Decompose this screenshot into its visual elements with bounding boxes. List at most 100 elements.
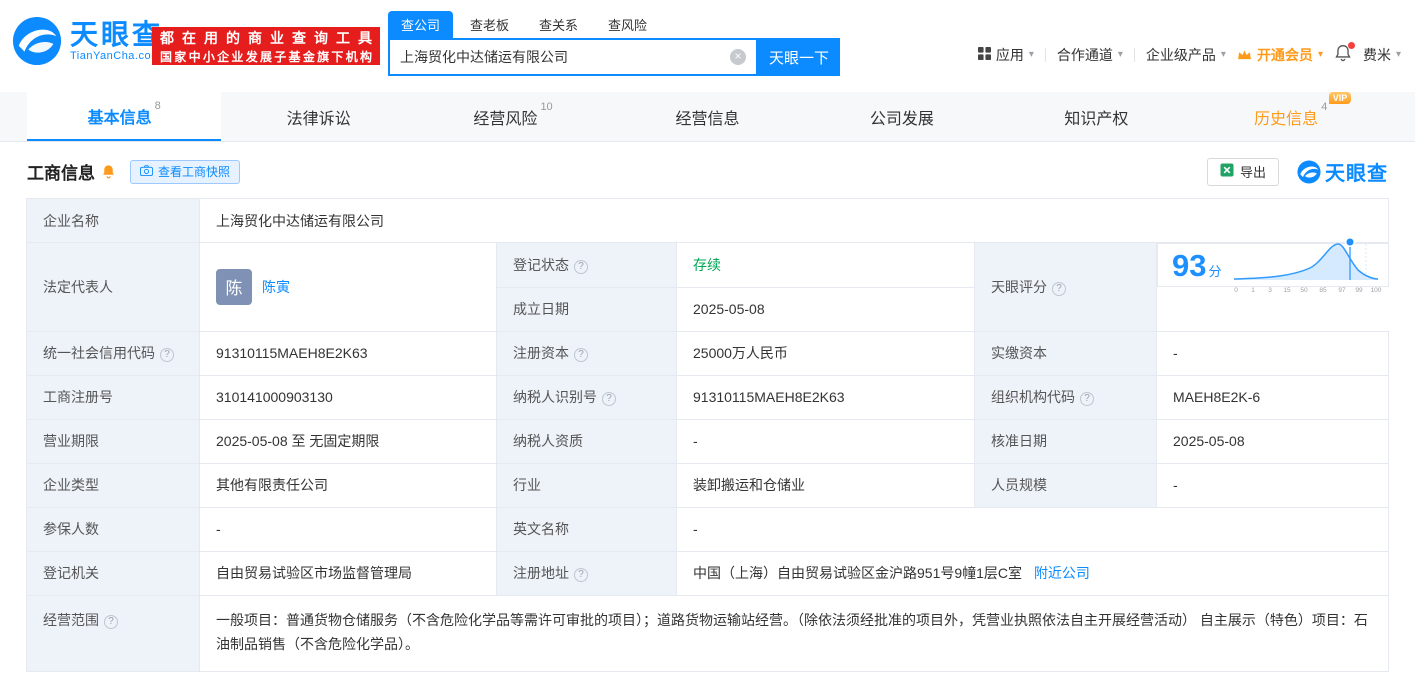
field-label: 统一社会信用代码?	[26, 330, 200, 376]
search-area: 查公司 查老板 查关系 查风险 × 天眼一下	[388, 11, 840, 76]
clear-search-icon[interactable]: ×	[730, 49, 746, 65]
view-snapshot-button[interactable]: 查看工商快照	[130, 159, 241, 184]
reg-authority-value: 自由贸易试验区市场监督管理局	[199, 550, 497, 596]
reg-address-value: 中国（上海）自由贸易试验区金沪路951号9幢1层C室 附近公司	[675, 550, 1390, 596]
axis-tick: 0	[1234, 287, 1238, 294]
field-label: 营业期限	[26, 418, 200, 464]
field-label: 实缴资本	[974, 330, 1157, 376]
industry-value: 装卸搬运和仓储业	[676, 462, 975, 508]
axis-tick: 1	[1251, 287, 1255, 294]
nav-open-vip[interactable]: 开通会员 ▾	[1237, 45, 1323, 65]
notification-bell[interactable]	[1334, 42, 1355, 65]
search-tab-risk[interactable]: 查风险	[595, 11, 660, 38]
tab-legal-litigation[interactable]: 法律诉讼	[221, 92, 415, 141]
field-label: 英文名称	[496, 506, 677, 552]
nav-user-menu[interactable]: 费米 ▾	[1363, 45, 1401, 65]
table-row: 企业类型 其他有限责任公司 行业 装卸搬运和仓储业 人员规模 -	[26, 462, 1390, 508]
grid-icon	[977, 46, 991, 63]
axis-tick: 100	[1370, 287, 1381, 294]
nav-enterprise-products[interactable]: 企业级产品 ▾	[1146, 45, 1226, 65]
help-icon[interactable]: ?	[574, 259, 588, 274]
field-label: 人员规模	[974, 462, 1157, 508]
axis-tick: 50	[1300, 287, 1308, 294]
search-tab-relation[interactable]: 查关系	[526, 11, 591, 38]
tab-company-development[interactable]: 公司发展	[805, 92, 999, 141]
field-label: 法定代表人	[26, 242, 200, 332]
field-label: 纳税人资质	[496, 418, 677, 464]
tab-label: 经营风险	[473, 110, 538, 128]
business-term-value: 2025-05-08 至 无固定期限	[199, 418, 497, 464]
legal-rep-cell: 陈 陈寅	[199, 242, 497, 332]
field-label: 纳税人识别号?	[496, 374, 677, 420]
paid-capital-value: -	[1155, 330, 1390, 376]
camera-icon	[140, 164, 153, 179]
help-icon[interactable]: ?	[1052, 281, 1066, 296]
watermark-logo: 天眼查	[1297, 157, 1388, 186]
field-label: 企业类型	[26, 462, 200, 508]
tab-label: 基本信息	[87, 109, 152, 127]
reg-number-value: 310141000903130	[199, 374, 497, 420]
tianyancha-logo-icon	[12, 16, 62, 66]
english-name-value: -	[675, 506, 1390, 552]
help-icon[interactable]: ?	[1080, 392, 1094, 406]
table-row: 参保人数 - 英文名称 -	[26, 506, 1390, 552]
reg-capital-value: 25000万人民币	[676, 330, 975, 376]
section-title: 工商信息	[27, 164, 95, 183]
field-label: 成立日期	[496, 286, 677, 332]
credit-code-value: 91310115MAEH8E2K63	[199, 330, 497, 376]
search-tab-boss[interactable]: 查老板	[457, 11, 522, 38]
field-label: 参保人数	[26, 506, 200, 552]
export-button[interactable]: 导出	[1206, 157, 1279, 186]
field-label: 企业名称	[26, 198, 200, 243]
tab-operation-risk[interactable]: 经营风险 10	[416, 92, 610, 141]
tab-label: 法律诉讼	[286, 110, 351, 128]
nav-apps[interactable]: 应用 ▾	[977, 45, 1034, 65]
table-row: 企业名称 上海贸化中达储运有限公司	[26, 198, 1390, 243]
nav-partner-channel[interactable]: 合作通道 ▾	[1057, 45, 1123, 65]
search-input[interactable]	[390, 49, 730, 65]
snapshot-button-label: 查看工商快照	[158, 165, 231, 179]
legal-rep-link[interactable]: 陈寅	[262, 277, 290, 297]
tianyancha-logo[interactable]: 天眼查 TianYanCha.com	[12, 16, 163, 66]
search-button[interactable]: 天眼一下	[758, 38, 840, 76]
chevron-down-icon: ▾	[1395, 49, 1401, 60]
axis-tick: 99	[1355, 287, 1363, 294]
legal-rep-avatar[interactable]: 陈	[216, 268, 252, 305]
table-row: 统一社会信用代码? 91310115MAEH8E2K63 注册资本? 25000…	[26, 330, 1390, 376]
tab-count: 8	[154, 99, 161, 112]
table-row: 工商注册号 310141000903130 纳税人识别号? 91310115MA…	[26, 374, 1390, 420]
promo-banner-line2: 国家中小企业发展子基金旗下机构	[160, 49, 372, 64]
alert-bell-icon[interactable]	[101, 164, 116, 179]
help-icon[interactable]: ?	[602, 392, 616, 406]
help-icon[interactable]: ?	[574, 568, 588, 582]
tab-business-info[interactable]: 经营信息	[610, 92, 804, 141]
approval-date-value: 2025-05-08	[1155, 418, 1390, 464]
field-label: 天眼评分?	[974, 242, 1157, 332]
tab-label: 知识产权	[1064, 110, 1129, 128]
taxpayer-quality-value: -	[676, 418, 975, 464]
tab-history-info[interactable]: 历史信息 4 VIP	[1194, 91, 1388, 141]
tab-label: 公司发展	[869, 110, 934, 128]
tab-count: 10	[540, 100, 553, 113]
taxpayer-id-value: 91310115MAEH8E2K63	[676, 374, 975, 420]
business-scope-value: 一般项目：普通货物仓储服务（不含危险化学品等需许可审批的项目）；道路货物运输站经…	[198, 594, 1390, 672]
table-row: 法定代表人 陈 陈寅 登记状态? 存续 天眼评分? 93 分 0 1 3 15 …	[26, 236, 1389, 332]
tab-label: 历史信息	[1254, 110, 1319, 128]
tab-basic-info[interactable]: 基本信息 8	[27, 92, 222, 141]
staff-size-value: -	[1155, 462, 1390, 508]
help-icon[interactable]: ?	[574, 348, 588, 362]
help-icon[interactable]: ?	[104, 614, 118, 629]
notification-dot	[1347, 42, 1355, 49]
org-code-value: MAEH8E2K-6	[1155, 374, 1390, 420]
tab-intellectual-property[interactable]: 知识产权	[999, 92, 1193, 141]
tab-count: 4	[1321, 100, 1328, 113]
header-nav: 应用 ▾ 合作通道 ▾ 企业级产品 ▾ 开通会员 ▾ 费米 ▾	[977, 42, 1401, 65]
tyc-score-cell[interactable]: 93 分 0 1 3 15 50 85 97 99 100	[1157, 236, 1389, 294]
score-value: 93	[1172, 247, 1207, 283]
search-tab-company[interactable]: 查公司	[388, 11, 454, 38]
promo-banner[interactable]: 都在用的商业查询工具 国家中小企业发展子基金旗下机构	[152, 27, 380, 65]
nav-vip-label: 开通会员	[1256, 46, 1313, 63]
help-icon[interactable]: ?	[160, 348, 174, 362]
export-button-label: 导出	[1239, 165, 1266, 180]
nearby-companies-link[interactable]: 附近公司	[1034, 565, 1090, 581]
